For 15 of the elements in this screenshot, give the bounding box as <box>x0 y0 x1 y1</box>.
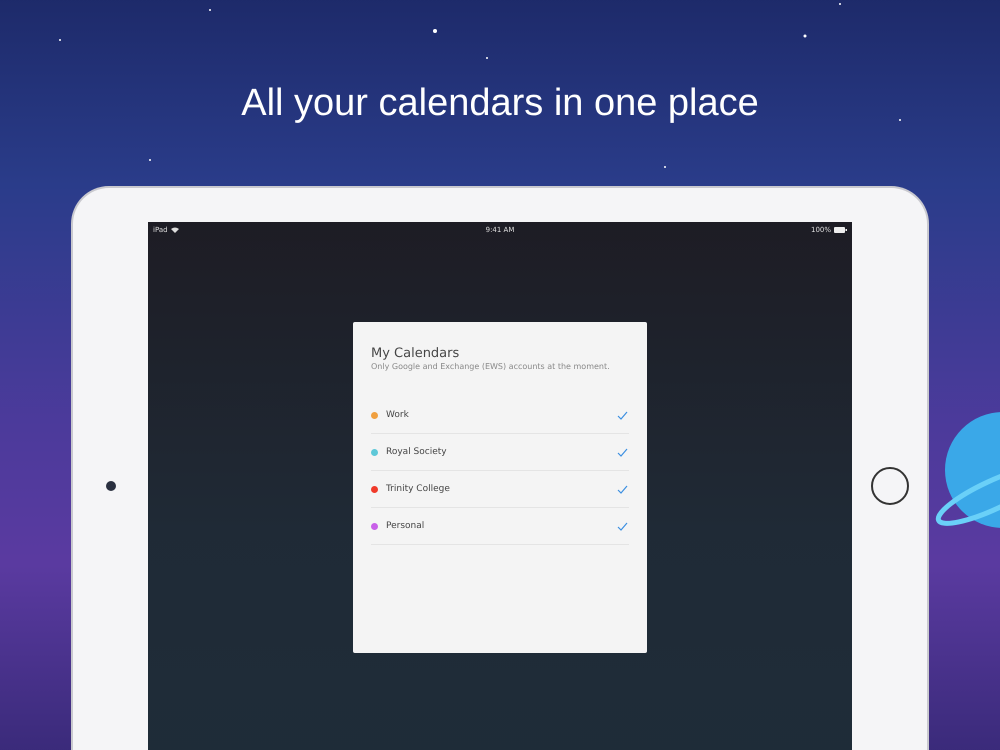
calendar-row[interactable]: Personal <box>371 508 629 545</box>
camera-dot <box>106 481 116 491</box>
home-button[interactable] <box>870 467 908 505</box>
calendar-name: Royal Society <box>386 447 448 457</box>
calendar-name: Trinity College <box>386 484 451 494</box>
dialog-title: My Calendars <box>371 346 460 361</box>
calendar-name: Personal <box>386 521 426 531</box>
calendar-row[interactable]: Royal Society <box>371 434 629 471</box>
calendar-name: Work <box>386 410 410 420</box>
calendar-row[interactable]: Work <box>371 397 629 434</box>
headline: All your calendars in one place <box>241 81 759 126</box>
wifi-icon <box>170 227 179 233</box>
battery-icon <box>834 227 847 233</box>
dialog-subtitle: Only Google and Exchange (EWS) accounts at the moment. <box>371 362 611 371</box>
calendar-row[interactable]: Trinity College <box>371 471 629 508</box>
